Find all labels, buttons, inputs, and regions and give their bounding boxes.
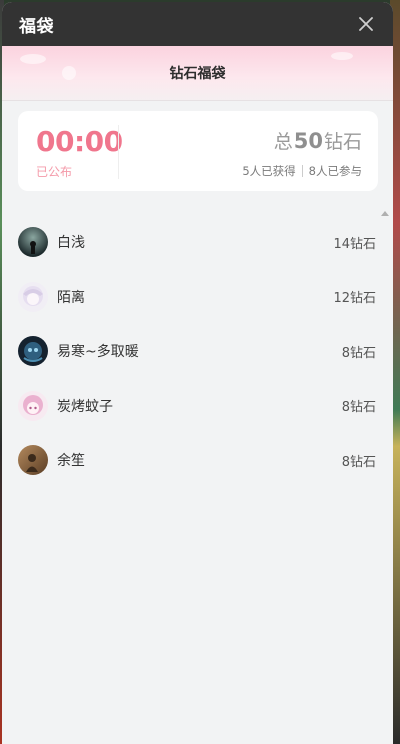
winner-amount: 8钻石 [341,345,376,361]
countdown-timer: 00:00 [36,125,123,158]
winner-name: 白浅 [57,235,85,252]
avatar-brown-sepia [18,445,48,476]
card-divider [118,125,119,179]
winners-count: 5人已获得 [242,164,296,178]
winner-amount: 14钻石 [333,236,376,252]
participants-count: 8人已参与 [308,164,362,178]
avatar [18,227,48,258]
dialog-title: 福袋 [19,16,54,37]
list-item[interactable]: 白浅 14钻石 [2,215,393,270]
avatar-blue-night [18,336,48,367]
winner-amount: 8钻石 [341,400,376,416]
bag-type-header: 钻石福袋 [2,46,393,101]
winner-amount: 12钻石 [333,291,376,307]
scroll-up-arrow[interactable] [381,211,389,216]
avatar [18,281,48,312]
total-prefix: 总 [273,131,293,153]
close-icon [359,17,373,31]
header-decoration [331,52,353,60]
winner-amount: 8钻石 [341,454,376,470]
stats-divider [301,165,303,177]
summary-card: 00:00 已公布 总 50 钻石 5人已获得 8人已参与 [18,111,378,191]
avatar-dark-figure [18,227,48,258]
avatar [18,390,48,421]
winner-name: 炭烤蚊子 [57,398,113,415]
participation-stats: 5人已获得 8人已参与 [242,163,362,179]
list-item[interactable]: 炭烤蚊子 8钻石 [2,379,393,434]
total-amount: 50 [293,129,323,153]
winners-list: 白浅 14钻石 陌离 12钻石 易寒~多取暖 8钻石 炭烤蚊子 8钻石 余笙 8… [2,211,393,488]
bag-type-title: 钻石福袋 [169,66,226,82]
avatar [18,445,48,476]
close-button[interactable] [355,13,377,35]
avatar-white-hair [18,281,48,312]
winner-name: 陌离 [57,289,85,306]
total-reward: 总 50 钻石 [274,127,362,154]
status-label: 已公布 [36,165,73,179]
list-item[interactable]: 陌离 12钻石 [2,270,393,325]
dialog-titlebar: 福袋 [2,2,393,46]
total-unit: 钻石 [323,131,362,153]
lucky-bag-dialog: 福袋 钻石福袋 00:00 已公布 总 50 钻石 5人已获得 8人已参与 白浅… [2,2,393,744]
winner-name: 易寒~多取暖 [57,344,139,361]
winner-name: 余笙 [57,453,85,470]
list-item[interactable]: 余笙 8钻石 [2,433,393,488]
list-item[interactable]: 易寒~多取暖 8钻石 [2,324,393,379]
header-decoration [62,66,76,80]
avatar [18,336,48,367]
avatar-pink-hair [18,390,48,421]
header-decoration [20,54,46,64]
